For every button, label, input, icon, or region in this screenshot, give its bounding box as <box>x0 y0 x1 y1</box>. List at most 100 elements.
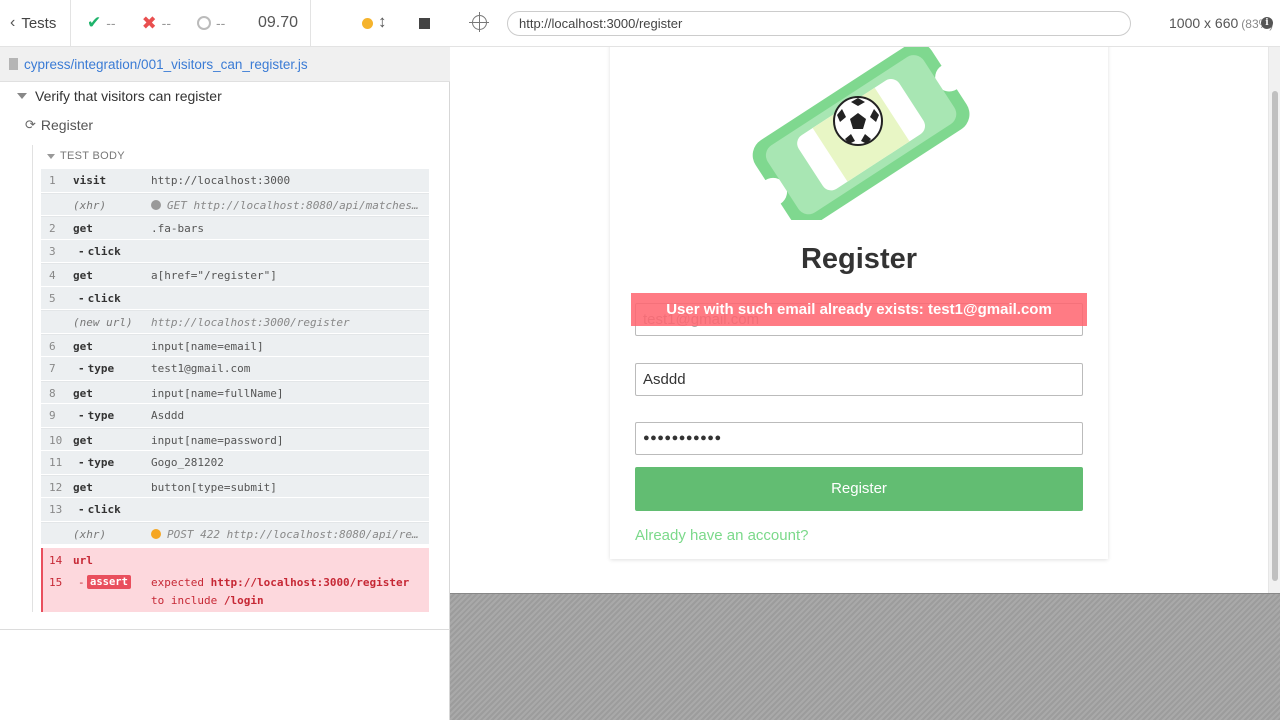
command-log-event-row[interactable]: (new url) http://localhost:3000/register <box>41 310 429 334</box>
command-guide-line <box>32 145 33 612</box>
command-log-xhr-row[interactable]: (xhr) GET http://localhost:8080/api/match… <box>41 192 429 216</box>
command-name: type <box>78 409 115 422</box>
test-body-header[interactable]: TEST BODY <box>47 150 125 162</box>
aut-url-bar[interactable]: http://localhost:3000/register <box>507 11 1131 36</box>
command-number: 13 <box>49 503 63 516</box>
reporter-panel: ‹ Tests ✔ -- ✖ -- -- 09.70 ↕ cypress/int… <box>0 0 450 720</box>
login-link[interactable]: Already have an account? <box>635 527 808 544</box>
command-name: get <box>73 386 93 400</box>
spec-path-bar: cypress/integration/001_visitors_can_reg… <box>0 47 450 82</box>
command-name: get <box>73 222 93 235</box>
tests-button[interactable]: ‹ Tests <box>0 0 71 46</box>
command-name: url <box>73 554 93 567</box>
command-number: 12 <box>49 480 63 494</box>
register-button[interactable]: Register <box>635 467 1083 511</box>
pending-count: -- <box>216 15 226 31</box>
command-log-row[interactable]: 11 type Gogo_281202 <box>41 451 429 475</box>
crosshair-icon[interactable] <box>469 12 489 32</box>
command-message: Gogo_281202 <box>151 456 224 469</box>
command-name: get <box>73 480 93 494</box>
command-message: input[name=email] <box>151 339 264 353</box>
aut-scrollbar[interactable] <box>1268 47 1280 593</box>
tests-button-label: Tests <box>21 14 57 32</box>
chevron-left-icon: ‹ <box>10 14 16 31</box>
aut-empty-area <box>450 593 1280 720</box>
command-message: a[href="/register"] <box>151 269 277 282</box>
failed-count: -- <box>161 15 171 31</box>
failed-command-block[interactable]: 14 url 15 - assert expected http://local… <box>41 548 429 612</box>
command-message: http://localhost:3000 <box>151 174 291 187</box>
command-log-row[interactable]: 13 click <box>41 498 429 522</box>
command-number: 8 <box>49 386 56 400</box>
duration: 09.70 <box>258 14 299 31</box>
command-log-row[interactable]: 12 get button[type=submit] <box>41 474 429 498</box>
soccer-ticket-logo <box>752 47 970 220</box>
command-name: (new url) <box>73 316 133 329</box>
collapse-triangle-icon <box>47 153 55 159</box>
expected-word: expected <box>151 576 204 589</box>
reporter-bottom-divider <box>0 629 450 630</box>
app-under-test-frame: Register test1@gmail.com User with such … <box>451 47 1280 593</box>
command-number: 14 <box>49 554 63 567</box>
assert-include-line: to include /login <box>151 594 264 607</box>
command-message: input[name=password] <box>151 433 284 447</box>
command-log-xhr-row[interactable]: (xhr) POST 422 http://localhost:8080/api/… <box>41 521 429 545</box>
xhr-status-dot-icon <box>151 199 161 210</box>
stat-passed: ✔ -- <box>87 13 116 33</box>
command-number: 11 <box>49 456 63 469</box>
command-log-row[interactable]: 7 type test1@gmail.com <box>41 357 429 381</box>
stat-pending: -- <box>197 15 225 31</box>
collapse-triangle-icon <box>17 93 27 99</box>
command-log-row[interactable]: 5 click <box>41 286 429 310</box>
command-log-row[interactable]: 1 visit http://localhost:3000 <box>41 169 429 193</box>
scroll-arrows-icon[interactable]: ↕ <box>378 12 387 32</box>
assert-expected-line: expected http://localhost:3000/register <box>151 576 409 589</box>
register-card: Register test1@gmail.com User with such … <box>610 47 1108 559</box>
stop-icon[interactable] <box>419 18 430 29</box>
xhr-status-dot-icon <box>151 528 161 539</box>
spec-path-link[interactable]: cypress/integration/001_visitors_can_reg… <box>24 57 308 72</box>
command-name: (xhr) <box>73 198 107 212</box>
command-name: get <box>73 433 93 447</box>
info-icon[interactable]: i <box>1261 17 1273 29</box>
command-number: 15 <box>49 576 63 589</box>
aut-header: http://localhost:3000/register 1000 x 66… <box>450 0 1280 47</box>
command-name: type <box>78 362 115 375</box>
include-word: to include <box>151 594 218 607</box>
test-body-label: TEST BODY <box>60 150 125 162</box>
assert-badge: assert <box>87 575 131 589</box>
command-log-row[interactable]: 3 click <box>41 239 429 263</box>
suite-title[interactable]: Verify that visitors can register <box>17 88 222 104</box>
viewport-dimensions: 1000 x 660 <box>1169 15 1239 31</box>
aut-scrollbar-thumb[interactable] <box>1272 91 1278 581</box>
command-message: .fa-bars <box>151 222 204 235</box>
command-message: input[name=fullName] <box>151 386 284 400</box>
command-log-row[interactable]: 2 get .fa-bars <box>41 216 429 240</box>
command-message: Asddd <box>151 409 185 422</box>
command-number: 5 <box>49 291 56 305</box>
xhr-url: POST 422 http://localhost:8080/api/re... <box>167 527 423 541</box>
test-title[interactable]: ⟳ Register <box>25 117 93 133</box>
expected-value: http://localhost:3000/register <box>210 576 410 589</box>
command-log-row[interactable]: 6 get input[name=email] <box>41 333 429 357</box>
command-log-row[interactable]: 4 get a[href="/register"] <box>41 263 429 287</box>
password-field[interactable]: ●●●●●●●●●●● <box>635 422 1083 455</box>
command-message: POST 422 http://localhost:8080/api/re... <box>151 528 423 541</box>
command-message: http://localhost:3000/register <box>151 316 350 329</box>
fullname-field[interactable]: Asddd <box>635 363 1083 396</box>
pending-circle-icon <box>197 16 211 30</box>
child-dash: - <box>78 576 85 589</box>
xhr-url: GET http://localhost:8080/api/matches... <box>167 198 423 212</box>
command-number: 7 <box>49 362 56 375</box>
command-number: 9 <box>49 409 56 422</box>
command-name: get <box>73 339 93 353</box>
command-name: click <box>78 503 121 516</box>
command-log-row[interactable]: 10 get input[name=password] <box>41 427 429 451</box>
command-number: 3 <box>49 244 56 258</box>
command-log-row[interactable]: 9 type Asddd <box>41 404 429 428</box>
command-name: get <box>73 269 93 282</box>
retry-icon: ⟳ <box>25 117 36 132</box>
command-name: click <box>78 245 121 258</box>
command-log-row[interactable]: 8 get input[name=fullName] <box>41 380 429 404</box>
viewport-size: 1000 x 660 (83%) <box>1169 15 1273 31</box>
